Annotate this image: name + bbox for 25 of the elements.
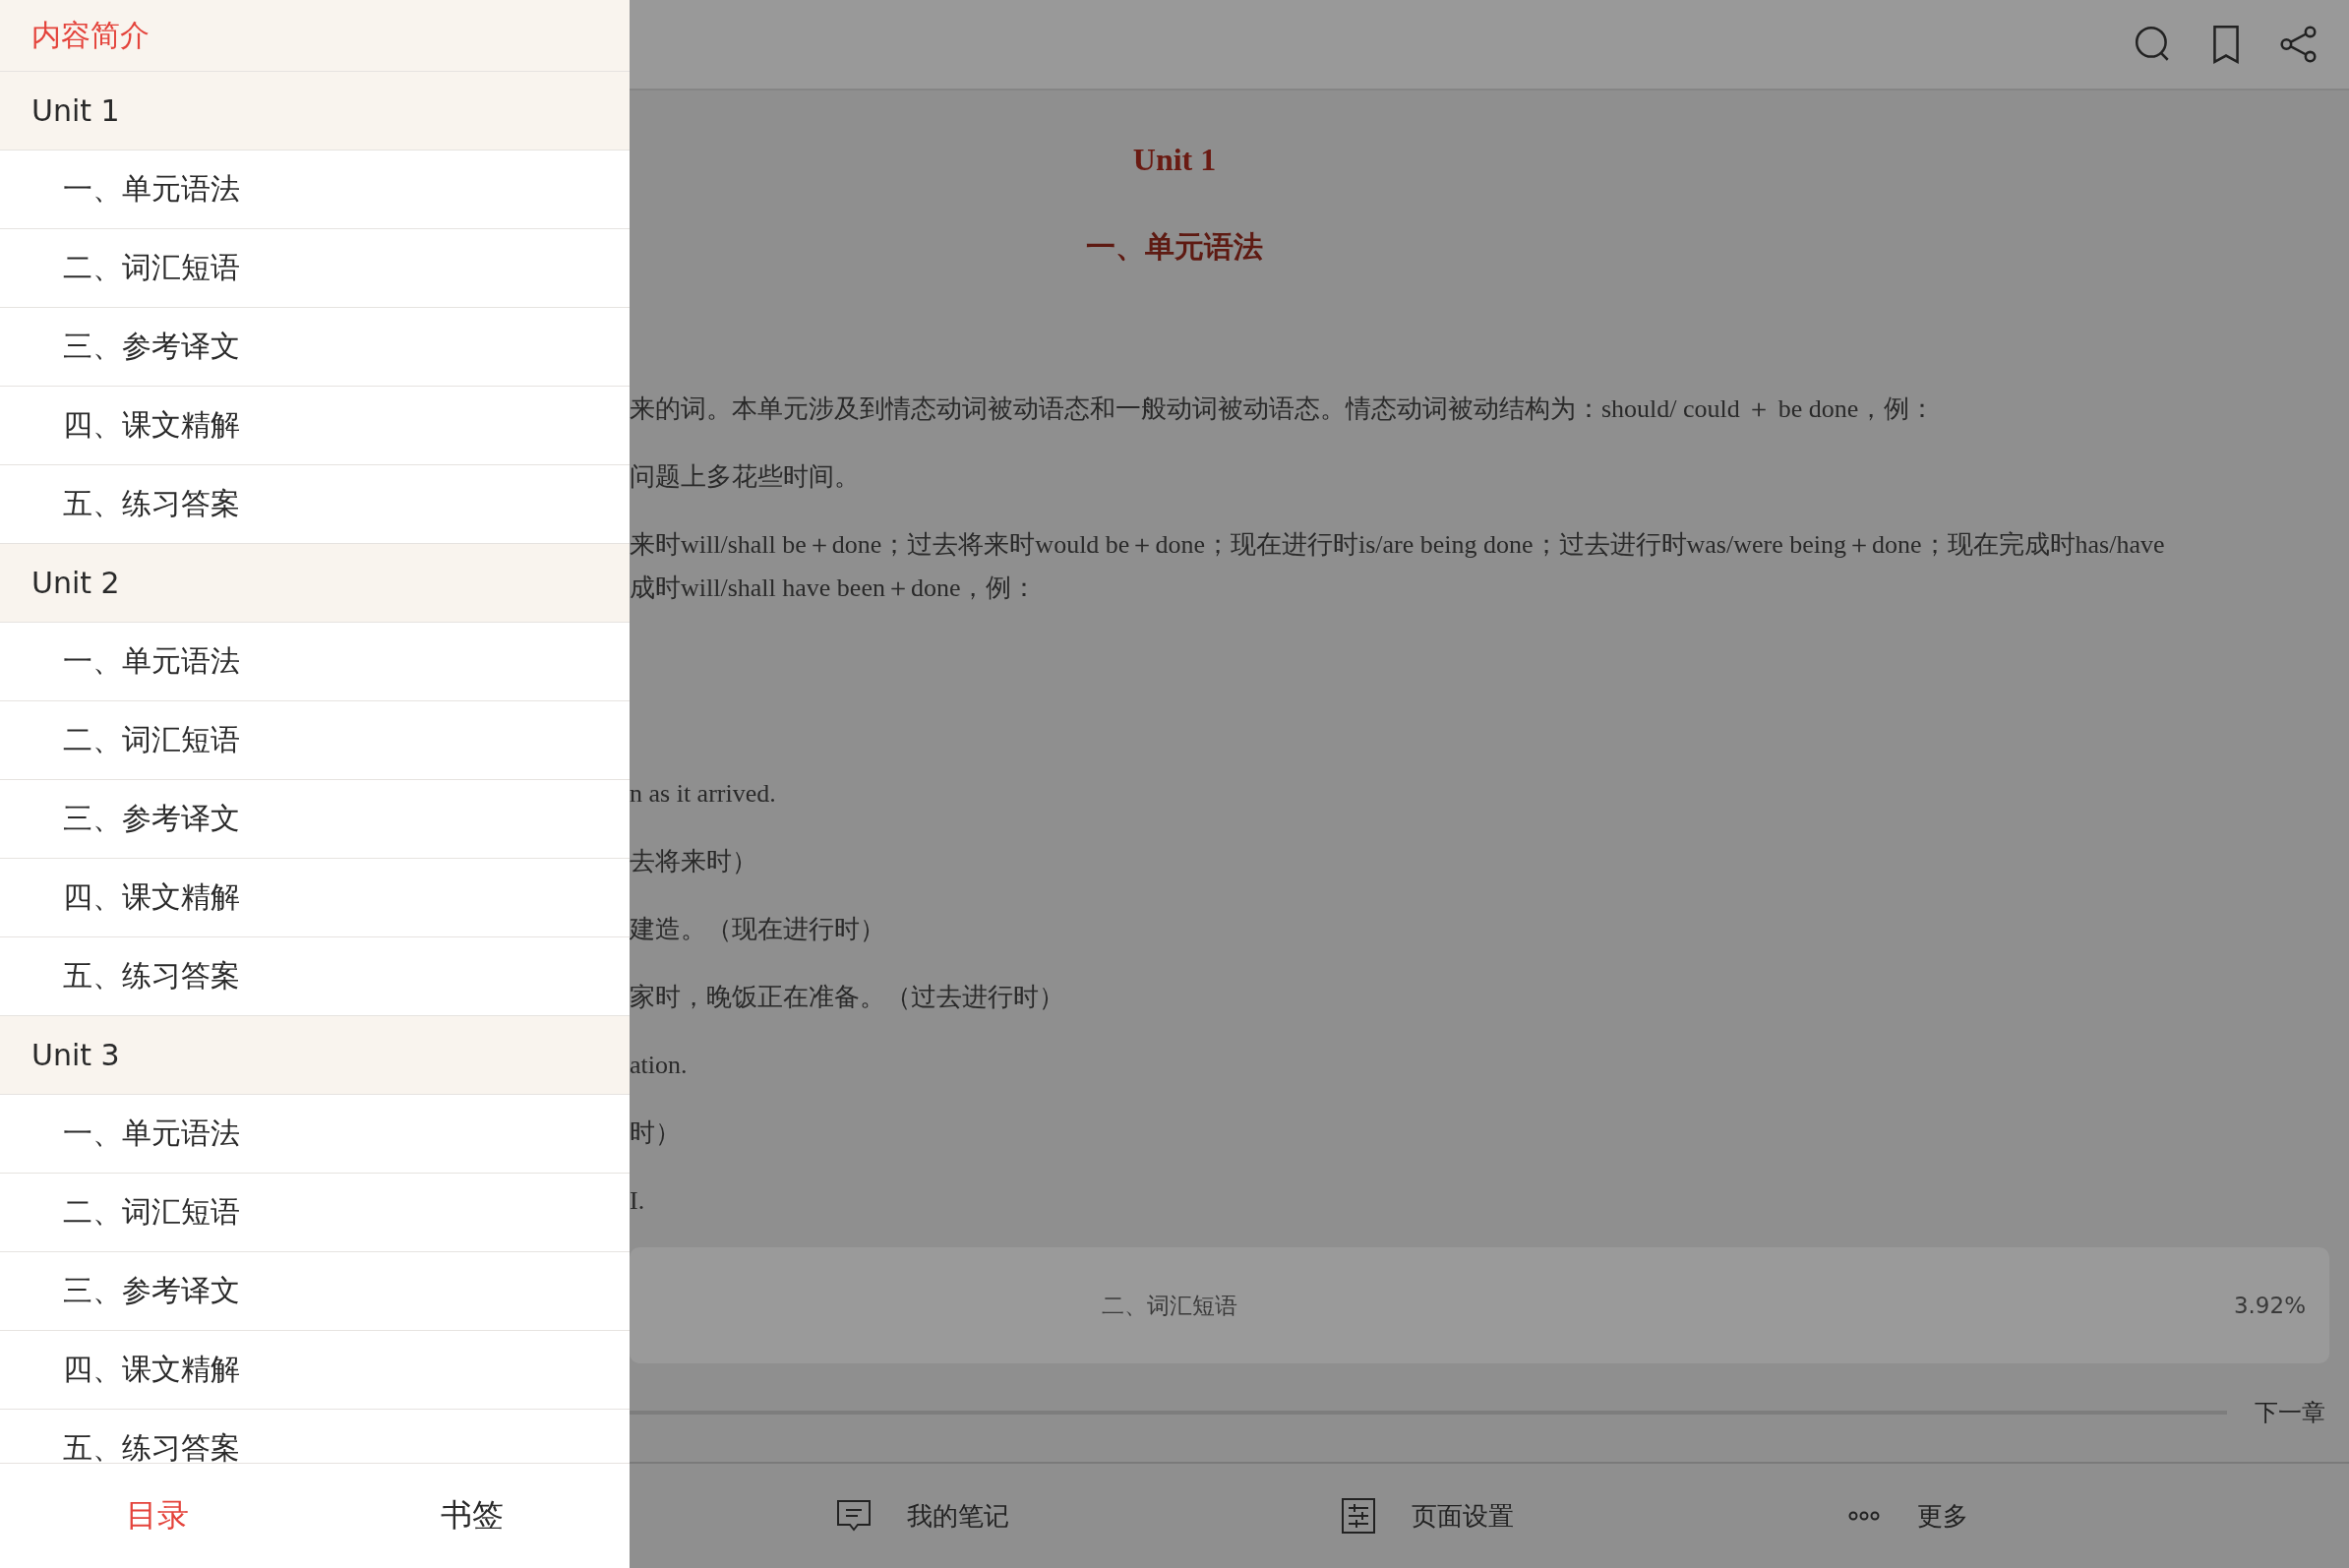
body-paragraph: ation. bbox=[630, 1050, 689, 1082]
body-paragraph: 来时will/shall be＋done；过去将来时would be＋done；现在进行时is/are being done；过去进行时was/were being＋done；现在完成时has/have 成时will/shall have been＋done，例： bbox=[630, 529, 2166, 605]
body-paragraph: 来的词。本单元涉及到情态动词被动语态和一般动词被动语态。情态动词被动结构为：should/ could ＋ be done，例： bbox=[630, 393, 1937, 426]
toc-item[interactable]: Unit 1 bbox=[0, 72, 630, 151]
progress-percent: 3.92% bbox=[2233, 1293, 2306, 1319]
body-paragraph: I. bbox=[630, 1185, 646, 1218]
toolbar-button[interactable]: 更多 bbox=[1916, 1498, 1968, 1534]
toolbar-button[interactable]: 页面设置 bbox=[1412, 1498, 1515, 1534]
share-icon[interactable] bbox=[2278, 24, 2319, 66]
current-chapter: 二、词汇短语 bbox=[1102, 1291, 1237, 1320]
toolbar-button[interactable]: 我的笔记 bbox=[907, 1498, 1009, 1534]
toc-item[interactable]: Unit 3 bbox=[0, 1016, 630, 1095]
body-paragraph: 问题上多花些时间。 bbox=[630, 461, 861, 494]
toc-item[interactable]: 内容简介 bbox=[0, 0, 630, 72]
sidebar-tab[interactable]: 目录 bbox=[0, 1464, 315, 1568]
body-paragraph: 去将来时） bbox=[630, 846, 758, 878]
toc-item[interactable]: Unit 2 bbox=[0, 544, 630, 623]
body-paragraph: 时） bbox=[630, 1117, 682, 1150]
sidebar-tab[interactable]: 书签 bbox=[315, 1464, 630, 1568]
chapter-title: Unit 1 bbox=[1132, 142, 1217, 179]
body-paragraph: n as it arrived. bbox=[630, 778, 777, 811]
body-paragraph: 建造。（现在进行时） bbox=[630, 914, 886, 946]
next-chapter-button[interactable]: 下一章 bbox=[2255, 1397, 2325, 1428]
body-paragraph: 家时，晚饭正在准备。（过去进行时） bbox=[630, 982, 1065, 1014]
section-heading: 一、单元语法 bbox=[1086, 228, 1263, 267]
